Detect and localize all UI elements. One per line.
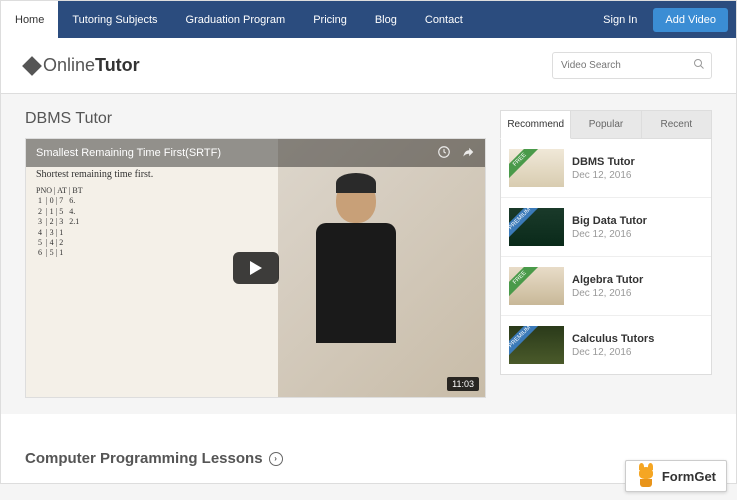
nav-right: Sign In Add Video [595,1,736,38]
nav-item-pricing[interactable]: Pricing [299,1,361,38]
site-header: OnlineTutor [0,38,737,94]
thumbnail: FREE [509,149,564,187]
item-title: Big Data Tutor [572,215,647,227]
item-date: Dec 12, 2016 [572,288,643,299]
video-topbar: Smallest Remaining Time First(SRTF) [26,139,485,167]
tab-popular[interactable]: Popular [571,110,641,139]
item-info: Algebra Tutor Dec 12, 2016 [572,267,643,305]
tab-recent[interactable]: Recent [642,110,712,139]
thumbnail: PREMIUM [509,326,564,364]
ribbon-badge: PREMIUM [509,208,541,240]
top-nav: HomeTutoring SubjectsGraduation ProgramP… [0,0,737,38]
nav-item-tutoring-subjects[interactable]: Tutoring Subjects [58,1,171,38]
ribbon-badge: PREMIUM [509,326,541,358]
left-column: DBMS Tutor Shortest remaining time first… [25,110,486,398]
formget-badge[interactable]: FormGet [625,460,727,492]
whiteboard-table: PNO | AT | BT 1 | 0 | 7 6. 2 | 1 | 5 4. … [36,186,268,259]
ribbon-badge: FREE [509,149,541,181]
section-title-text: Computer Programming Lessons [25,450,263,467]
video-duration: 11:03 [447,377,479,391]
sidebar-tabs: RecommendPopularRecent [500,110,712,139]
list-item[interactable]: PREMIUM Big Data Tutor Dec 12, 2016 [501,198,711,257]
sidebar: RecommendPopularRecent FREE DBMS Tutor Dec… [500,110,712,398]
play-button[interactable] [233,252,279,284]
item-info: Calculus Tutors Dec 12, 2016 [572,326,654,364]
logo[interactable]: OnlineTutor [25,55,140,76]
item-title: DBMS Tutor [572,156,635,168]
watch-later-icon[interactable] [437,145,451,162]
list-item[interactable]: FREE Algebra Tutor Dec 12, 2016 [501,257,711,316]
nav-item-blog[interactable]: Blog [361,1,411,38]
nav-left: HomeTutoring SubjectsGraduation ProgramP… [1,1,477,38]
search-input[interactable] [561,60,693,71]
item-info: DBMS Tutor Dec 12, 2016 [572,149,635,187]
nav-item-graduation-program[interactable]: Graduation Program [172,1,300,38]
list-item[interactable]: PREMIUM Calculus Tutors Dec 12, 2016 [501,316,711,374]
thumbnail: FREE [509,267,564,305]
nav-item-contact[interactable]: Contact [411,1,477,38]
nav-item-home[interactable]: Home [1,1,58,38]
formget-text: FormGet [662,469,716,484]
item-date: Dec 12, 2016 [572,170,635,181]
chevron-right-icon: › [269,452,283,466]
item-info: Big Data Tutor Dec 12, 2016 [572,208,647,246]
add-video-button[interactable]: Add Video [653,8,728,32]
list-item[interactable]: FREE DBMS Tutor Dec 12, 2016 [501,139,711,198]
item-title: Algebra Tutor [572,274,643,286]
main-content: DBMS Tutor Shortest remaining time first… [0,94,737,414]
search-box[interactable] [552,52,712,79]
formget-icon [636,465,656,487]
video-player[interactable]: Shortest remaining time first. PNO | AT … [25,138,486,398]
page-title: DBMS Tutor [25,110,486,128]
item-title: Calculus Tutors [572,333,654,345]
item-date: Dec 12, 2016 [572,347,654,358]
section-title[interactable]: Computer Programming Lessons › [25,450,283,467]
person-figure [296,178,416,378]
video-title: Smallest Remaining Time First(SRTF) [36,147,221,159]
logo-text: OnlineTutor [43,55,140,76]
whiteboard-title: Shortest remaining time first. [36,169,268,180]
item-date: Dec 12, 2016 [572,229,647,240]
ribbon-badge: FREE [509,267,541,299]
search-icon[interactable] [693,58,705,73]
recommend-list: FREE DBMS Tutor Dec 12, 2016 PREMIUM Big Dat… [500,139,712,375]
share-icon[interactable] [461,145,475,162]
thumbnail: PREMIUM [509,208,564,246]
logo-icon [22,56,42,76]
signin-link[interactable]: Sign In [595,14,645,26]
tab-recommend[interactable]: Recommend [500,110,571,139]
